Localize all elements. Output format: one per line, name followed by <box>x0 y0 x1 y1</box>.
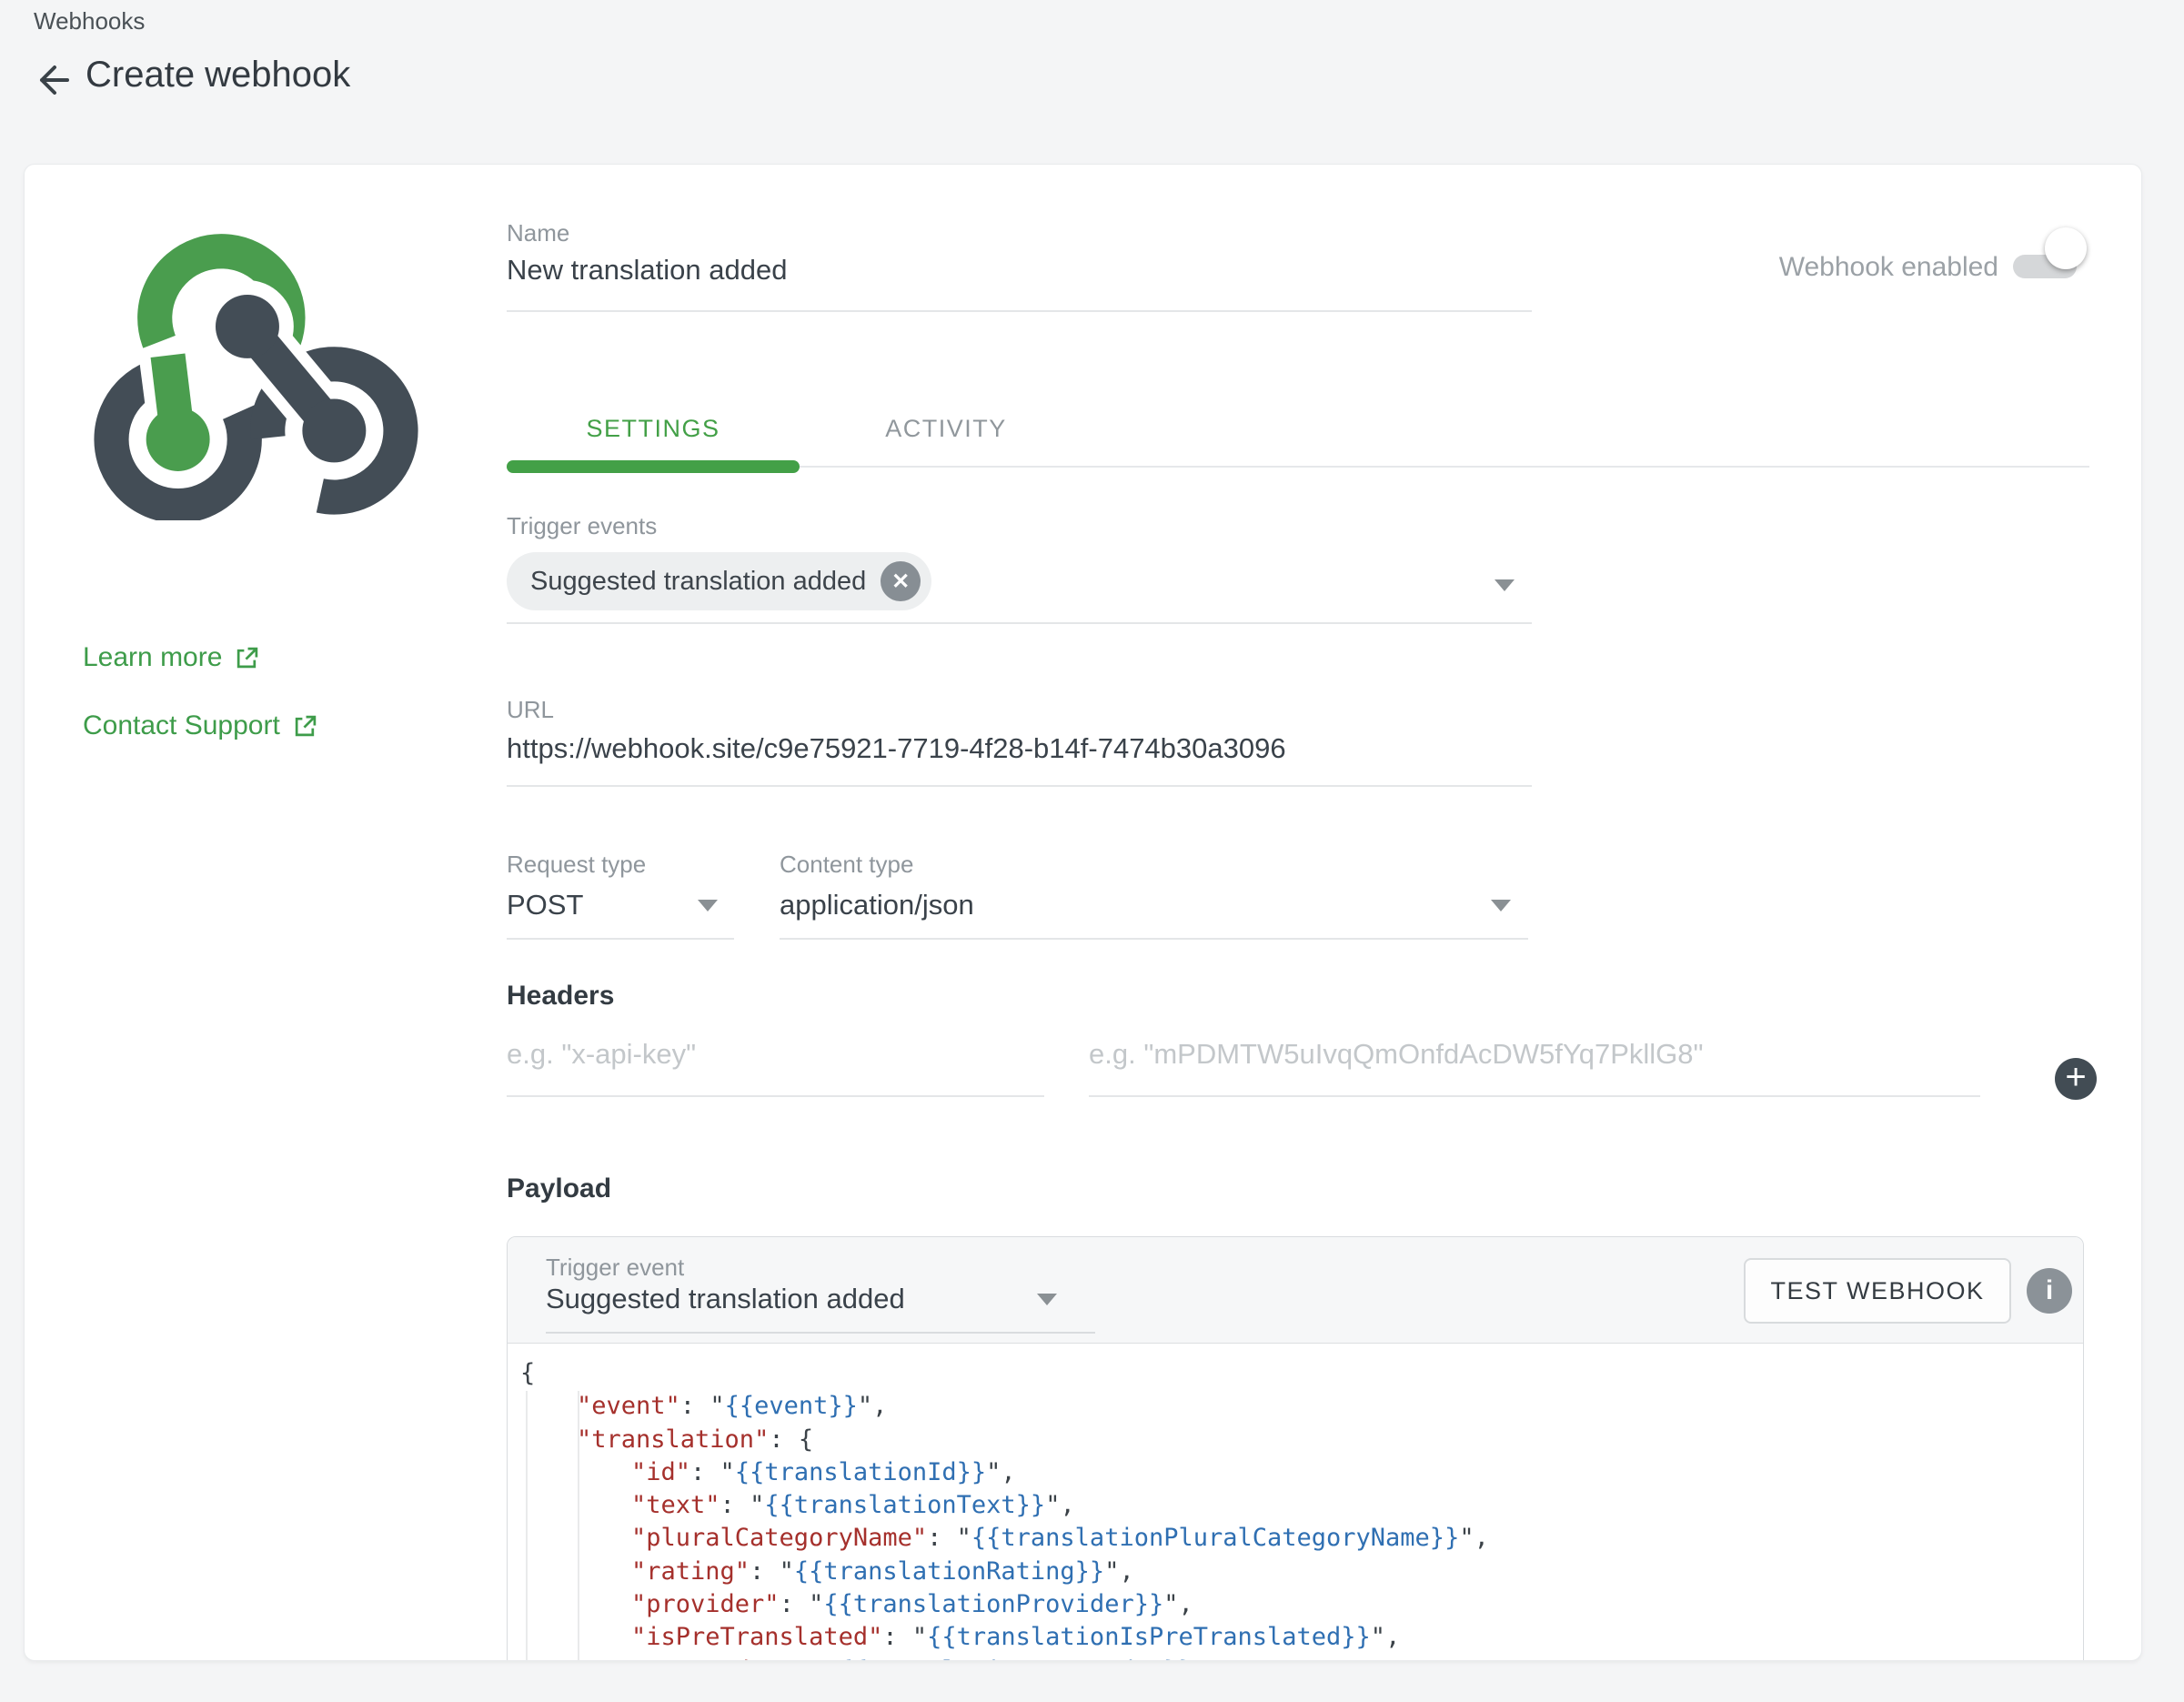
name-input[interactable] <box>507 252 1525 288</box>
header-key-underline <box>507 1095 1044 1097</box>
content-type-label: Content type <box>780 851 913 878</box>
chip-remove-icon[interactable]: ✕ <box>881 561 921 601</box>
code-line: "event": "{{event}}", <box>508 1390 2083 1423</box>
trigger-event-dropdown-icon[interactable] <box>1037 1294 1057 1305</box>
code-line: "translation": { <box>508 1424 2083 1456</box>
trigger-event-select[interactable]: Suggested translation added <box>546 1281 905 1317</box>
name-label: Name <box>507 219 569 247</box>
payload-heading: Payload <box>507 1173 611 1205</box>
code-line: "text": "{{translationText}}", <box>508 1489 2083 1522</box>
add-header-button[interactable]: + <box>2055 1058 2097 1100</box>
content-type-dropdown-icon[interactable] <box>1491 900 1511 911</box>
request-type-dropdown-icon[interactable] <box>698 900 718 911</box>
url-underline <box>507 785 1532 787</box>
create-webhook-page: { "page": { "breadcrumb": "Webhooks", "t… <box>0 0 2184 1702</box>
trigger-events-underline <box>507 622 1532 624</box>
code-line: "rating": "{{translationRating}}", <box>508 1556 2083 1588</box>
name-underline <box>507 310 1532 312</box>
content-type-underline <box>780 938 1528 940</box>
learn-more-link[interactable]: Learn more <box>83 642 259 673</box>
code-line: "provider": "{{translationProvider}}", <box>508 1588 2083 1621</box>
trigger-event-label: Trigger event <box>546 1254 684 1281</box>
code-line: "isPreTranslated": "{{translationIsPreTr… <box>508 1621 2083 1654</box>
header-value-input[interactable] <box>1089 1036 1980 1073</box>
page-title: Create webhook <box>86 51 350 98</box>
request-type-label: Request type <box>507 851 646 878</box>
code-line: "pluralCategoryName": "{{translationPlur… <box>508 1522 2083 1555</box>
code-line: "id": "{{translationId}}", <box>508 1456 2083 1489</box>
webhook-logo <box>81 231 431 520</box>
url-input[interactable] <box>507 730 1525 767</box>
external-link-icon <box>235 646 259 670</box>
test-webhook-button[interactable]: TEST WEBHOOK <box>1744 1258 2011 1324</box>
code-line: "createdAt": "{{translationCreatedAt}}", <box>508 1655 2083 1661</box>
headers-heading: Headers <box>507 980 614 1012</box>
code-line: { <box>508 1357 2083 1390</box>
breadcrumb[interactable]: Webhooks <box>34 7 145 35</box>
payload-panel-header: Trigger event Suggested translation adde… <box>508 1237 2083 1344</box>
trigger-events-dropdown-icon[interactable] <box>1495 579 1515 591</box>
payload-panel: Trigger event Suggested translation adde… <box>507 1236 2084 1661</box>
webhook-enabled-label: Webhook enabled <box>1779 251 1998 284</box>
back-arrow-icon <box>31 60 71 100</box>
back-button[interactable] <box>27 56 75 104</box>
url-label: URL <box>507 696 554 723</box>
external-link-icon <box>293 714 317 739</box>
trigger-events-label: Trigger events <box>507 512 657 539</box>
active-tab-indicator <box>507 460 800 473</box>
header-key-input[interactable] <box>507 1036 1044 1073</box>
contact-support-label: Contact Support <box>83 710 280 741</box>
contact-support-link[interactable]: Contact Support <box>83 710 317 741</box>
webhook-enabled-toggle-knob[interactable] <box>2045 227 2087 269</box>
request-type-select[interactable]: POST <box>507 887 583 923</box>
tab-activity[interactable]: ACTIVITY <box>800 412 1092 445</box>
tab-settings[interactable]: SETTINGS <box>507 412 800 445</box>
learn-more-label: Learn more <box>83 642 222 673</box>
payload-code-editor[interactable]: {"event": "{{event}}","translation": {"i… <box>508 1344 2083 1661</box>
header-value-underline <box>1089 1095 1980 1097</box>
request-type-underline <box>507 938 734 940</box>
info-icon[interactable]: i <box>2027 1268 2072 1314</box>
webhook-card: Learn more Contact Support Name Webhook … <box>24 164 2142 1661</box>
content-type-select[interactable]: application/json <box>780 887 974 923</box>
code-lines: {"event": "{{event}}","translation": {"i… <box>508 1344 2083 1661</box>
trigger-event-chip[interactable]: Suggested translation added ✕ <box>507 552 931 610</box>
trigger-event-underline <box>546 1332 1095 1334</box>
chip-label: Suggested translation added <box>530 567 866 597</box>
